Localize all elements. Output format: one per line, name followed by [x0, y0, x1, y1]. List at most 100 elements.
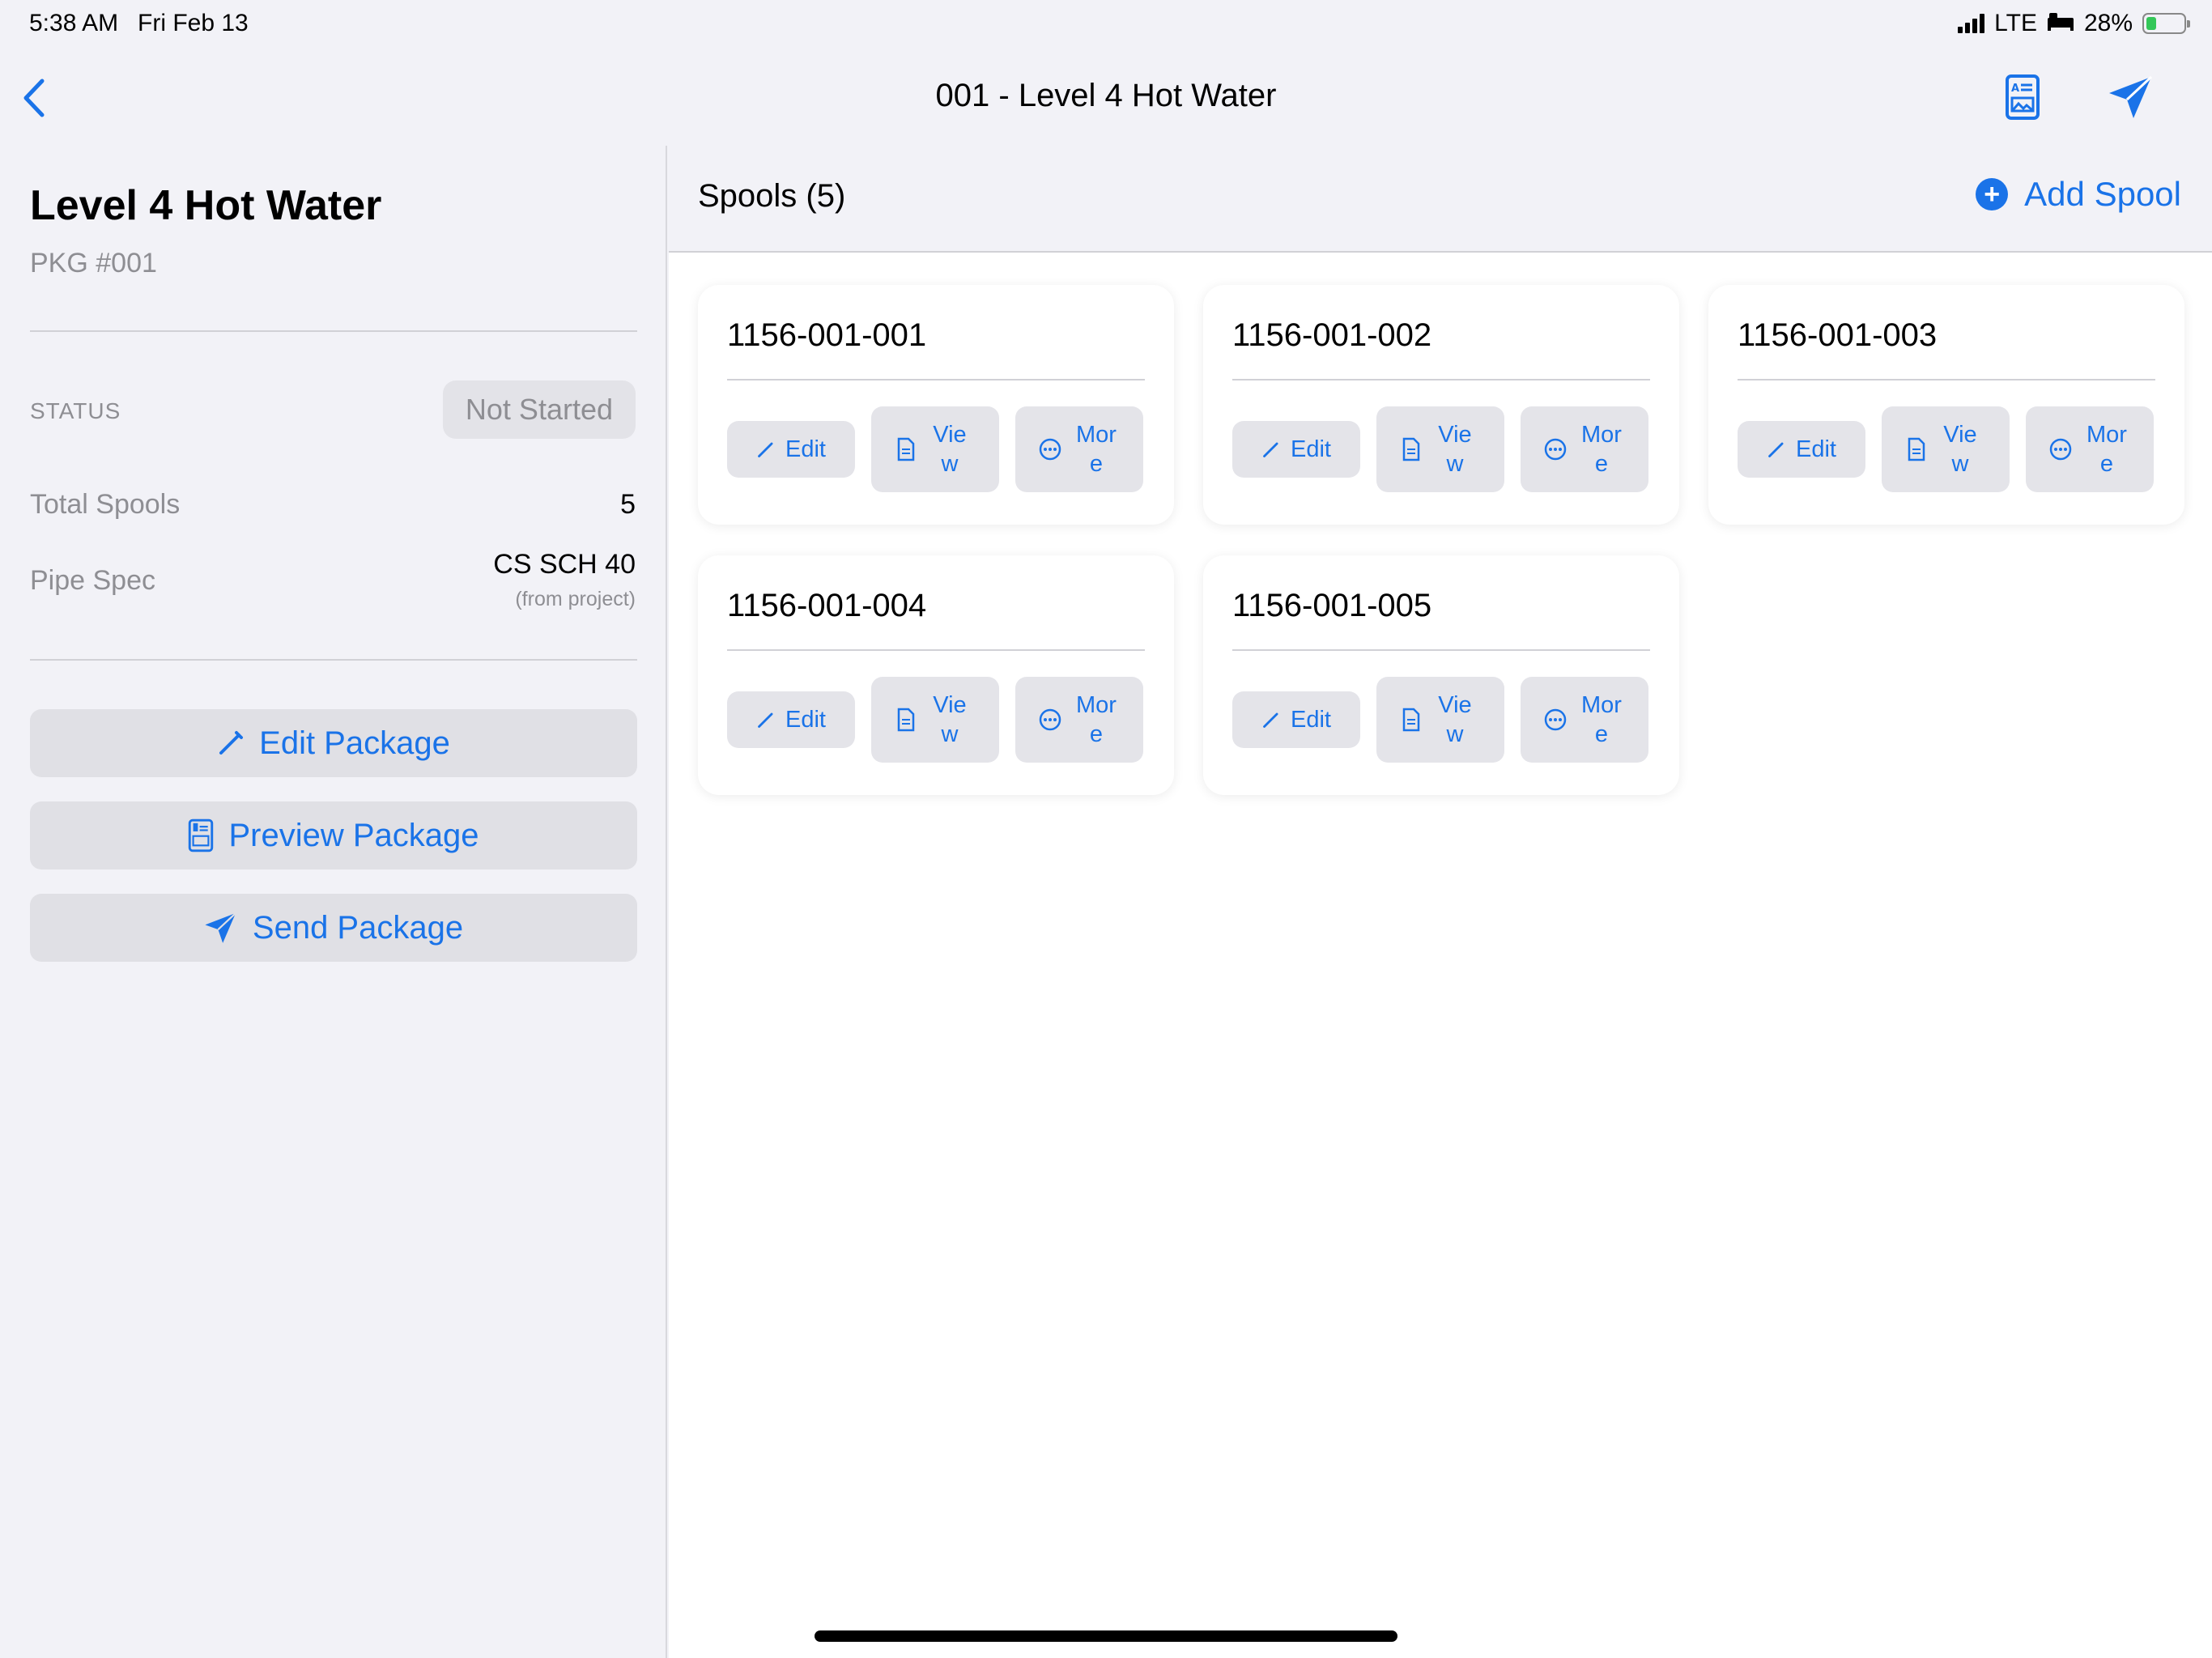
spools-panel: Spools (5) + Add Spool 1156-001-001 Edit… — [669, 146, 2212, 1658]
spool-view-label: View — [1943, 422, 1977, 477]
spool-more-label: More — [1076, 692, 1117, 747]
pencil-icon — [758, 712, 773, 728]
spool-edit-label: Edit — [1291, 706, 1331, 733]
document-icon — [1402, 708, 1420, 732]
status-date: Fri Feb 13 — [138, 10, 249, 36]
pencil-icon — [217, 729, 245, 757]
ellipsis-circle-icon — [1039, 708, 1061, 731]
spool-view-label: View — [1438, 692, 1472, 747]
document-icon — [897, 708, 915, 732]
spool-edit-label: Edit — [785, 436, 826, 462]
ellipsis-circle-icon — [2049, 438, 2072, 461]
ellipsis-circle-icon — [1544, 708, 1567, 731]
spool-more-button[interactable]: More — [2026, 406, 2154, 492]
svg-text:A: A — [2011, 83, 2019, 95]
send-package-button[interactable]: Send Package — [30, 894, 637, 962]
spool-card: 1156-001-005 Edit View More — [1203, 555, 1679, 795]
battery-fill — [2146, 17, 2157, 30]
spool-edit-label: Edit — [1796, 436, 1836, 462]
spool-view-button[interactable]: View — [1376, 677, 1504, 763]
spool-edit-label: Edit — [1291, 436, 1331, 462]
sleep-focus-icon — [2047, 10, 2074, 37]
package-number: PKG #001 — [30, 248, 157, 278]
document-icon — [897, 437, 915, 461]
spool-view-button[interactable]: View — [1376, 406, 1504, 492]
add-spool-label: Add Spool — [2024, 175, 2181, 213]
spool-more-label: More — [1581, 422, 1622, 477]
document-icon — [1402, 437, 1420, 461]
ellipsis-circle-icon — [1544, 438, 1567, 461]
document-preview-icon — [188, 818, 214, 852]
preview-package-label: Preview Package — [228, 817, 479, 853]
card-divider — [727, 649, 1145, 651]
pipe-spec-value: CS SCH 40 — [493, 549, 636, 580]
spool-more-label: More — [1076, 422, 1117, 477]
pencil-icon — [1263, 442, 1278, 457]
spool-view-button[interactable]: View — [1882, 406, 2010, 492]
network-type: LTE — [1994, 10, 2037, 36]
home-indicator — [815, 1630, 1397, 1642]
document-preview-icon: A — [2006, 74, 2040, 120]
battery-percent: 28% — [2083, 10, 2133, 36]
spool-edit-button[interactable]: Edit — [727, 691, 855, 748]
battery-icon — [2142, 13, 2190, 34]
spool-view-label: View — [933, 422, 967, 477]
add-spool-button[interactable]: + Add Spool — [1976, 175, 2181, 214]
sidebar-divider — [30, 659, 637, 661]
spool-view-label: View — [933, 692, 967, 747]
card-divider — [1738, 379, 2155, 380]
edit-package-label: Edit Package — [259, 725, 450, 761]
cellular-signal-icon — [1958, 14, 1985, 33]
spool-more-button[interactable]: More — [1015, 677, 1143, 763]
status-bar: 5:38 AM Fri Feb 13 LTE 28% — [0, 0, 2212, 47]
spools-header: Spools (5) + Add Spool — [669, 146, 2212, 253]
paper-plane-icon — [204, 911, 238, 945]
document-icon — [1908, 437, 1925, 461]
preview-package-button[interactable]: Preview Package — [30, 801, 637, 869]
spool-card: 1156-001-004 Edit View More — [698, 555, 1174, 795]
spool-more-button[interactable]: More — [1521, 677, 1648, 763]
send-nav-button[interactable] — [2105, 71, 2157, 123]
spool-card: 1156-001-003 Edit View More — [1708, 285, 2184, 525]
spool-more-button[interactable]: More — [1015, 406, 1143, 492]
send-package-label: Send Package — [252, 909, 464, 946]
spool-edit-button[interactable]: Edit — [1232, 421, 1360, 478]
package-sidebar: Level 4 Hot Water PKG #001 STATUS Not St… — [0, 146, 667, 1658]
nav-actions: A — [1997, 71, 2157, 123]
preview-nav-button[interactable]: A — [1997, 71, 2048, 123]
pencil-icon — [1768, 442, 1784, 457]
spool-view-label: View — [1438, 422, 1472, 477]
status-badge: Not Started — [442, 380, 636, 439]
total-spools-value: 5 — [620, 489, 636, 520]
spool-edit-button[interactable]: Edit — [1232, 691, 1360, 748]
spool-more-button[interactable]: More — [1521, 406, 1648, 492]
card-divider — [727, 379, 1145, 380]
spool-id: 1156-001-004 — [727, 588, 927, 623]
plus-circle-icon: + — [1976, 178, 2009, 210]
spool-view-button[interactable]: View — [871, 406, 999, 492]
spool-view-button[interactable]: View — [871, 677, 999, 763]
edit-package-button[interactable]: Edit Package — [30, 709, 637, 777]
spools-title: Spools (5) — [698, 178, 846, 214]
sidebar-divider — [30, 330, 637, 332]
pipe-spec-label: Pipe Spec — [30, 565, 155, 596]
status-time: 5:38 AM — [29, 10, 119, 36]
card-divider — [1232, 379, 1650, 380]
nav-title: 001 - Level 4 Hot Water — [935, 78, 1277, 113]
spool-more-label: More — [2087, 422, 2127, 477]
status-indicators: LTE 28% — [1958, 10, 2190, 37]
spool-card: 1156-001-002 Edit View More — [1203, 285, 1679, 525]
spool-id: 1156-001-002 — [1232, 317, 1432, 353]
spool-more-label: More — [1581, 692, 1622, 747]
spool-id: 1156-001-005 — [1232, 588, 1432, 623]
spool-id: 1156-001-001 — [727, 317, 927, 353]
total-spools-label: Total Spools — [30, 489, 181, 520]
spool-id: 1156-001-003 — [1738, 317, 1938, 353]
spool-edit-label: Edit — [785, 706, 826, 733]
spool-edit-button[interactable]: Edit — [1738, 421, 1865, 478]
paper-plane-icon — [2109, 75, 2153, 118]
pipe-spec-note: (from project) — [515, 588, 636, 610]
ellipsis-circle-icon — [1039, 438, 1061, 461]
card-divider — [1232, 649, 1650, 651]
spool-edit-button[interactable]: Edit — [727, 421, 855, 478]
